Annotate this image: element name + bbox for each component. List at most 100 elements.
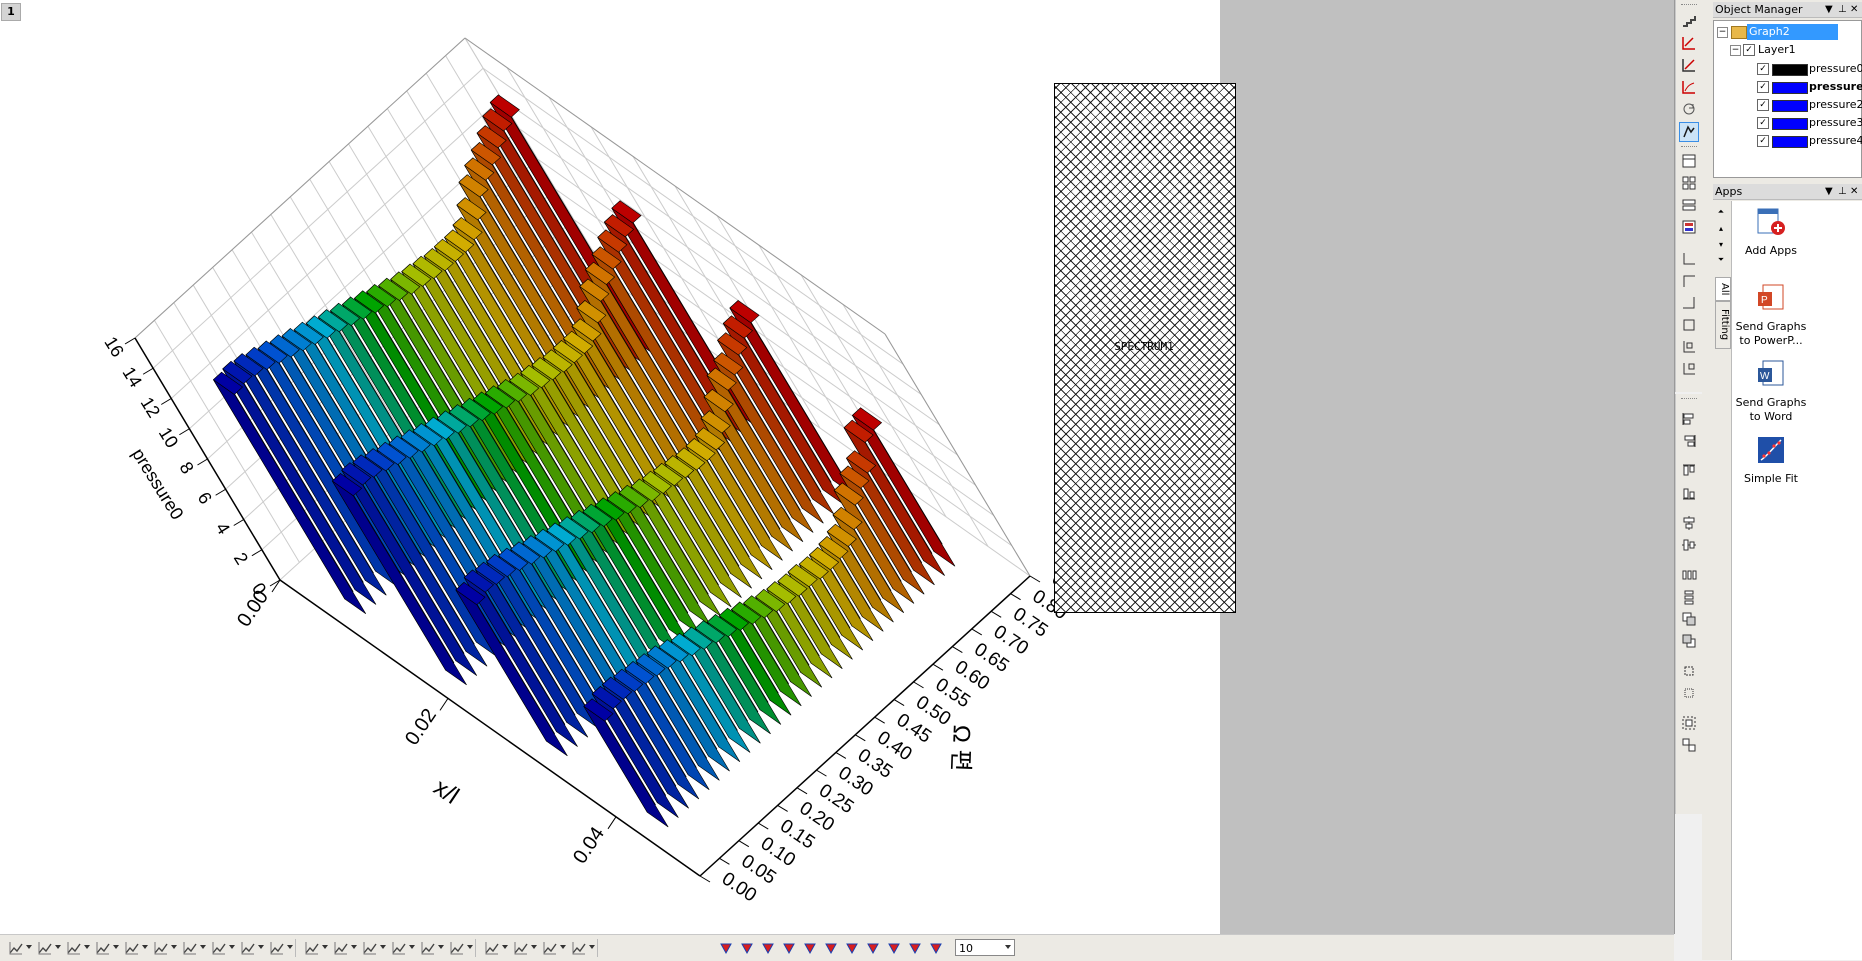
rescale-x-icon[interactable] [1680,56,1698,74]
chevron-down-icon[interactable] [171,945,177,949]
column-plot-icon[interactable] [95,940,111,956]
extract-layers-icon[interactable] [1680,196,1698,214]
tree-item-plot[interactable]: ✓ pressure4 [1757,133,1862,149]
cube-icon[interactable] [928,940,944,956]
align-bottom-icon[interactable] [1680,484,1698,502]
multi-panel-icon[interactable] [240,940,256,956]
rotate-left-icon[interactable] [760,940,776,956]
group-icon[interactable] [1680,714,1698,732]
contour-icon[interactable] [391,940,407,956]
align-top-icon[interactable] [1680,462,1698,480]
chevron-down-icon[interactable] [26,945,32,949]
plot-checkbox[interactable]: ✓ [1757,63,1769,75]
toolbar-grip[interactable] [1681,398,1697,402]
add-inset-data-icon[interactable] [1680,360,1698,378]
chevron-down-icon[interactable] [142,945,148,949]
align-right-icon[interactable] [1680,432,1698,450]
panel-menu-icon[interactable]: ▼ [1825,2,1833,18]
app-send-graphs-word[interactable]: W Send Graphs to Word [1733,358,1809,424]
chevron-down-icon[interactable] [531,945,537,949]
add-top-x-axis-icon[interactable] [1680,272,1698,290]
collapse-icon[interactable]: − [1730,45,1741,56]
scroll-down-icon[interactable]: ▾ [1714,239,1728,249]
tree-item-layer[interactable]: − ✓ Layer1 [1730,42,1850,58]
layer-contents-icon[interactable] [1680,152,1698,170]
chevron-down-icon[interactable] [589,945,595,949]
close-icon[interactable]: ✕ [1850,184,1858,200]
rescale-y-icon[interactable] [1680,78,1698,96]
chevron-down-icon[interactable] [380,945,386,949]
plot-checkbox[interactable]: ✓ [1757,81,1769,93]
3d-surface-icon[interactable] [269,940,285,956]
vector-icon[interactable] [513,940,529,956]
plot-checkbox[interactable]: ✓ [1757,135,1769,147]
tree-item-graph[interactable]: − Graph2 [1717,24,1857,40]
line-plot-icon[interactable] [8,940,24,956]
rotate-icon[interactable] [1680,100,1698,118]
chevron-down-icon[interactable] [200,945,206,949]
flip-icon[interactable] [865,940,881,956]
chevron-down-icon[interactable] [113,945,119,949]
layer-checkbox[interactable]: ✓ [1743,44,1755,56]
plot-checkbox[interactable]: ✓ [1757,99,1769,111]
chevron-down-icon[interactable] [502,945,508,949]
chevron-down-icon[interactable] [351,945,357,949]
stacked-area-icon[interactable] [182,940,198,956]
add-inset-icon[interactable] [1680,338,1698,356]
object-manager-header[interactable]: Object Manager ▼ ⊥ ✕ [1713,2,1862,18]
3d-bar-icon[interactable] [304,940,320,956]
chevron-down-icon[interactable] [438,945,444,949]
align-left-icon[interactable] [1680,410,1698,428]
app-add-apps[interactable]: Add Apps [1733,206,1809,258]
3d-rotation-icon[interactable] [1679,122,1699,142]
perspective-icon[interactable] [844,940,860,956]
add-right-y-axis-icon[interactable] [1680,294,1698,312]
apps-header[interactable]: Apps ▼ ⊥ ✕ [1713,184,1862,200]
template-icon[interactable] [449,940,465,956]
align-vertical-center-icon[interactable] [1680,514,1698,532]
tab-all[interactable]: All [1715,277,1731,301]
stats-plot-icon[interactable] [484,940,500,956]
chevron-down-icon[interactable] [322,945,328,949]
pin-icon[interactable]: ⊥ [1838,2,1847,18]
chevron-down-icon[interactable] [229,945,235,949]
tree-item-plot[interactable]: ✓ pressure3 [1757,115,1862,131]
rescale-xy-icon[interactable] [1680,34,1698,52]
chevron-down-icon[interactable] [467,945,473,949]
move-left-icon[interactable] [718,940,734,956]
area-plot-icon[interactable] [124,940,140,956]
plot-checkbox[interactable]: ✓ [1757,117,1769,129]
scatter-plot-icon[interactable] [37,940,53,956]
arrange-layers-icon[interactable] [1680,12,1698,30]
same-width-icon[interactable] [1680,662,1698,680]
tab-fitting[interactable]: Fitting [1715,301,1731,349]
chevron-down-icon[interactable] [409,945,415,949]
rotate-right-icon[interactable] [781,940,797,956]
chevron-down-icon[interactable] [55,945,61,949]
chevron-down-icon[interactable] [84,945,90,949]
distribute-horizontal-icon[interactable] [1680,566,1698,584]
line-symbol-plot-icon[interactable] [66,940,82,956]
chevron-down-icon[interactable] [258,945,264,949]
tilt-up-icon[interactable] [802,940,818,956]
3d-scatter-icon[interactable] [333,940,349,956]
app-simple-fit[interactable]: Simple Fit [1733,434,1809,486]
toolbar-grip[interactable] [1681,4,1697,8]
collapse-icon[interactable]: − [1717,27,1728,38]
layer-arrange-icon[interactable] [571,940,587,956]
distribute-vertical-icon[interactable] [1680,588,1698,606]
chevron-down-icon[interactable] [287,945,293,949]
tree-item-plot[interactable]: ✓ pressure [1757,79,1862,95]
tree-item-plot[interactable]: ✓ pressure0 [1757,61,1862,77]
merge-graphs-icon[interactable] [1680,174,1698,192]
tree-item-plot[interactable]: ✓ pressure2 [1757,97,1862,113]
add-bottom-x-axis-icon[interactable] [1680,250,1698,268]
plot-3d-bars[interactable]: 02468101214160.000.020.040.000.050.100.1… [0,0,1220,934]
reset-icon[interactable] [907,940,923,956]
fit-frame-icon[interactable] [886,940,902,956]
ungroup-icon[interactable] [1680,736,1698,754]
bring-to-front-icon[interactable] [1680,610,1698,628]
pie-chart-icon[interactable] [211,940,227,956]
heatmap-icon[interactable] [420,940,436,956]
scroll-bottom-icon[interactable]: ⏷ [1714,255,1728,265]
